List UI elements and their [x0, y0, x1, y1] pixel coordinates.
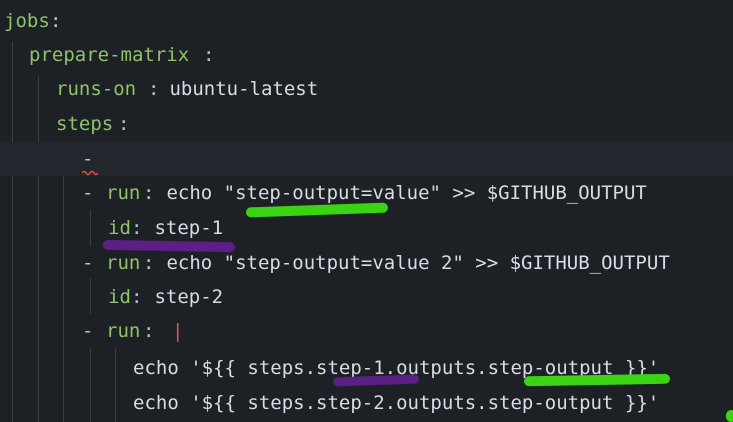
yaml-key: runs-on — [56, 78, 137, 100]
code-line-4[interactable]: steps : — [0, 107, 733, 141]
code-line-10[interactable]: - run : | — [0, 314, 733, 348]
yaml-key: run — [106, 320, 141, 342]
yaml-colon: : — [143, 252, 155, 274]
code-line-1[interactable]: jobs : — [0, 4, 733, 38]
list-dash: - — [82, 320, 105, 342]
list-dash: - — [82, 252, 105, 274]
yaml-colon: : — [50, 10, 62, 32]
code-line-12[interactable]: echo '${{ steps.step-2.outputs.step-outp… — [0, 386, 733, 420]
yaml-value: echo '${{ steps.step-2.outputs.step-outp… — [133, 392, 660, 414]
code-line-8[interactable]: - run : echo "step-output=value 2" >> $G… — [0, 246, 733, 280]
yaml-colon: : — [118, 113, 130, 135]
yaml-key: jobs — [4, 10, 50, 32]
yaml-key: prepare-matrix — [29, 44, 190, 66]
code-line-9[interactable]: id : step-2 — [0, 280, 733, 314]
code-editor[interactable]: jobs : prepare-matrix : runs-on : ubuntu… — [0, 0, 733, 422]
yaml-colon: : — [143, 182, 155, 204]
list-dash: - — [82, 182, 105, 204]
code-line-3[interactable]: runs-on : ubuntu-latest — [0, 72, 733, 106]
block-scalar-pipe: | — [172, 320, 184, 342]
yaml-value: ubuntu-latest — [158, 78, 319, 100]
code-line-2[interactable]: prepare-matrix : — [0, 38, 733, 72]
yaml-key: steps — [56, 113, 114, 135]
yaml-key: id — [108, 286, 131, 308]
yaml-key: run — [106, 252, 141, 274]
yaml-value: step-2 — [143, 286, 224, 308]
yaml-key: run — [106, 182, 141, 204]
yaml-colon: : — [143, 320, 166, 342]
code-line-5-current[interactable]: - — [0, 142, 733, 176]
yaml-colon: : — [131, 286, 143, 308]
green-dot-annotation — [726, 410, 733, 422]
yaml-colon: : — [203, 44, 215, 66]
yaml-value: echo "step-output=value" >> $GITHUB_OUTP… — [155, 182, 647, 204]
